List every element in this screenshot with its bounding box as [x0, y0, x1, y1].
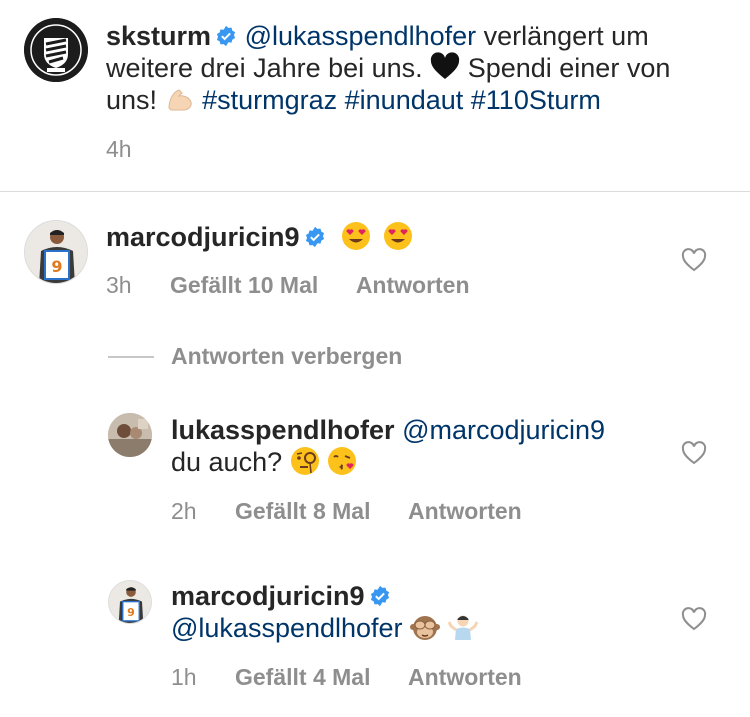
reply-1-text: du auch? — [171, 447, 283, 477]
svg-text:9: 9 — [51, 257, 62, 276]
flexed-biceps-icon — [168, 89, 192, 111]
post-text-3: uns! — [106, 85, 158, 115]
comment-1-time: 3h — [106, 272, 132, 298]
kissing-face-icon — [328, 447, 357, 475]
verified-badge-icon — [216, 25, 236, 47]
player-photo-icon: 9 — [25, 221, 87, 283]
reply-1-reply-button[interactable]: Antworten — [408, 498, 522, 524]
reply-1-likes[interactable]: Gefällt 8 Mal — [235, 498, 370, 524]
post-text-2b: Spendi einer von — [467, 53, 671, 83]
reply-2-username[interactable]: marcodjuricin9 — [171, 581, 365, 611]
reply-1-time: 2h — [171, 498, 197, 524]
reply-2-mention-link[interactable]: @lukasspendlhofer — [171, 613, 403, 643]
reply-2-likes[interactable]: Gefällt 4 Mal — [235, 664, 370, 690]
comment-1-reply-button[interactable]: Antworten — [356, 272, 470, 298]
face-with-monocle-icon — [290, 447, 319, 475]
reply-1-meta: 2h Gefällt 8 Mal Antworten — [171, 498, 554, 525]
person-shrugging-icon — [447, 615, 478, 640]
post-text-2: weitere drei Jahre bei uns. — [106, 53, 423, 83]
comment-1-body: marcodjuricin9 — [106, 221, 413, 253]
reply-2-reply-button[interactable]: Antworten — [408, 664, 522, 690]
hashtag-inundaut[interactable]: #inundaut — [345, 85, 464, 115]
hashtag-sturmgraz[interactable]: #sturmgraz — [202, 85, 337, 115]
marcodjuricin9-avatar[interactable]: 9 — [108, 580, 152, 624]
heart-eyes-emoji-icon — [383, 222, 412, 250]
post-text-1: verlängert um — [476, 21, 649, 51]
reply-2-time: 1h — [171, 664, 197, 690]
player-photo-icon: 9 — [109, 581, 151, 623]
black-heart-icon — [431, 52, 460, 79]
heart-eyes-emoji-icon — [342, 222, 371, 250]
lukasspendlhofer-avatar[interactable] — [108, 413, 152, 457]
comment-1-meta: 3h Gefällt 10 Mal Antworten — [106, 272, 502, 299]
user-photo-icon — [108, 413, 152, 457]
marcodjuricin9-avatar[interactable]: 9 — [24, 220, 88, 284]
sksturm-avatar[interactable] — [24, 18, 88, 82]
verified-badge-icon — [370, 585, 389, 607]
hide-replies-button[interactable]: Antworten verbergen — [171, 343, 402, 370]
reply-1-username[interactable]: lukasspendlhofer — [171, 415, 395, 445]
post-caption: sksturm @lukasspendlhofer verlängert um … — [106, 20, 746, 116]
comment-1-username[interactable]: marcodjuricin9 — [106, 222, 300, 252]
post-mention-link[interactable]: @lukasspendlhofer — [245, 21, 477, 51]
divider — [0, 191, 750, 192]
sksturm-logo-icon — [24, 18, 88, 82]
like-heart-icon[interactable] — [681, 607, 707, 631]
verified-badge-icon — [305, 226, 324, 248]
like-heart-icon[interactable] — [681, 441, 707, 465]
post-meta: 4h — [106, 136, 164, 163]
svg-text:9: 9 — [127, 606, 135, 619]
reply-2-meta: 1h Gefällt 4 Mal Antworten — [171, 664, 554, 691]
reply-1-body: lukasspendlhofer @marcodjuricin9 du auch… — [171, 414, 605, 478]
replies-toggle-line — [108, 356, 154, 358]
comment-1-likes[interactable]: Gefällt 10 Mal — [170, 272, 318, 298]
see-no-evil-monkey-icon — [410, 616, 441, 640]
reply-1-mention-link[interactable]: @marcodjuricin9 — [402, 415, 605, 445]
hashtag-110sturm[interactable]: #110Sturm — [471, 85, 601, 115]
reply-2-body: marcodjuricin9 @lukasspendlhofer — [171, 580, 478, 644]
post-username[interactable]: sksturm — [106, 21, 211, 51]
like-heart-icon[interactable] — [681, 248, 707, 272]
post-time: 4h — [106, 136, 132, 162]
